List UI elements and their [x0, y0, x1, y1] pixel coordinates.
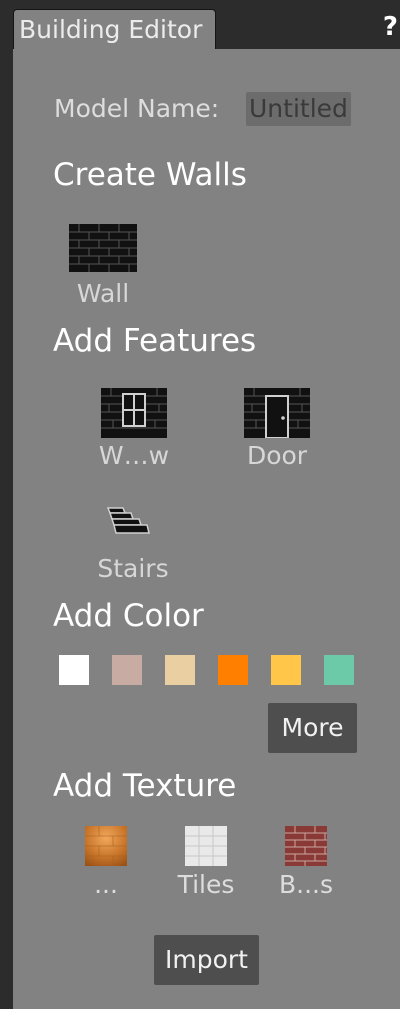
stairs-label: Stairs [97, 554, 169, 583]
wall-icon [69, 224, 137, 272]
texture-wood-button[interactable] [85, 826, 127, 870]
window-icon [101, 388, 167, 438]
door-button[interactable] [244, 388, 310, 442]
color-swatch-5[interactable] [271, 655, 301, 685]
tab-building-editor[interactable]: Building Editor [13, 9, 216, 51]
door-icon [244, 388, 310, 439]
more-colors-button[interactable]: More [268, 703, 357, 753]
texture-wood-label: ... [94, 870, 118, 897]
texture-bricks-button[interactable] [285, 826, 327, 870]
stairs-icon [106, 507, 150, 534]
color-swatch-2[interactable] [112, 655, 142, 685]
add-color-heading: Add Color [53, 598, 204, 634]
wall-label: Wall [76, 279, 130, 308]
add-texture-heading: Add Texture [53, 768, 237, 804]
create-walls-heading: Create Walls [53, 157, 247, 193]
tab-title: Building Editor [19, 15, 203, 44]
model-name-field[interactable]: Untitled [246, 92, 351, 126]
window-label: W…w [98, 441, 170, 470]
color-swatch-6[interactable] [324, 655, 354, 685]
door-label: Door [246, 441, 308, 470]
texture-bricks-label: B...s [278, 870, 334, 897]
add-features-heading: Add Features [53, 323, 257, 359]
color-swatch-4[interactable] [218, 655, 248, 685]
texture-tiles-label: Tiles [177, 870, 235, 897]
color-swatch-1[interactable] [59, 655, 89, 685]
import-button[interactable]: Import [154, 935, 259, 985]
texture-tiles-button[interactable] [185, 826, 227, 870]
help-button[interactable]: ? [383, 10, 398, 44]
building-editor-panel: Model Name: Untitled Create Walls Wall A… [13, 49, 400, 1009]
wood-texture-icon [85, 826, 127, 866]
model-name-label: Model Name: [54, 94, 220, 123]
wall-button[interactable] [69, 224, 137, 276]
window-button[interactable] [101, 388, 167, 442]
tiles-texture-icon [185, 826, 227, 866]
bricks-texture-icon [285, 826, 327, 866]
color-swatch-3[interactable] [165, 655, 195, 685]
stairs-button[interactable] [106, 507, 151, 541]
